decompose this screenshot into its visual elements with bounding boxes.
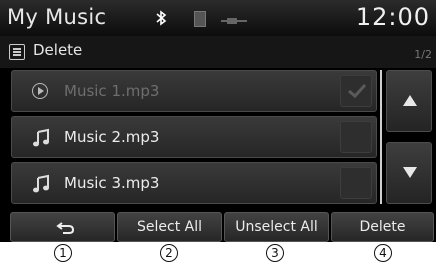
callout-number: 4: [374, 244, 392, 262]
play-circle-icon: [32, 83, 48, 99]
back-arrow-icon: [55, 218, 77, 234]
select-all-button[interactable]: Select All: [117, 212, 222, 242]
callout-number: 1: [54, 244, 72, 262]
scroll-up-button[interactable]: [386, 70, 432, 132]
callout-number: 2: [160, 244, 178, 262]
list-item-label: Music 1.mp3: [64, 82, 160, 100]
usb-icon: [194, 11, 206, 27]
callout-number: 3: [266, 244, 284, 262]
app-title: My Music: [7, 5, 107, 29]
checkbox[interactable]: [340, 121, 372, 153]
list-item[interactable]: Music 2.mp3: [11, 116, 377, 158]
scroll-down-button[interactable]: [386, 142, 432, 204]
checkbox[interactable]: [340, 75, 372, 107]
mode-title: Delete: [33, 41, 83, 59]
list-item-label: Music 2.mp3: [64, 128, 160, 146]
music-note-icon: [32, 174, 50, 194]
menu-list-icon: [9, 44, 25, 60]
delete-button[interactable]: Delete: [331, 212, 434, 242]
list-item[interactable]: Music 1.mp3: [11, 70, 377, 112]
list-item-label: Music 3.mp3: [64, 174, 160, 192]
aux-cable-icon: [221, 12, 247, 24]
screen: My Music 12:00 Delete 1/2 Music 1.mp3 Mu…: [0, 0, 436, 242]
arrow-down-icon: [403, 167, 417, 178]
list-item[interactable]: Music 3.mp3: [11, 162, 377, 204]
scroll-divider: [380, 70, 382, 204]
back-button[interactable]: [10, 212, 115, 242]
clock: 12:00: [355, 3, 430, 31]
checkbox[interactable]: [340, 167, 372, 199]
bluetooth-icon: [152, 9, 170, 27]
arrow-up-icon: [403, 95, 417, 106]
unselect-all-button[interactable]: Unselect All: [224, 212, 329, 242]
music-note-icon: [32, 128, 50, 148]
page-indicator: 1/2: [414, 48, 432, 61]
